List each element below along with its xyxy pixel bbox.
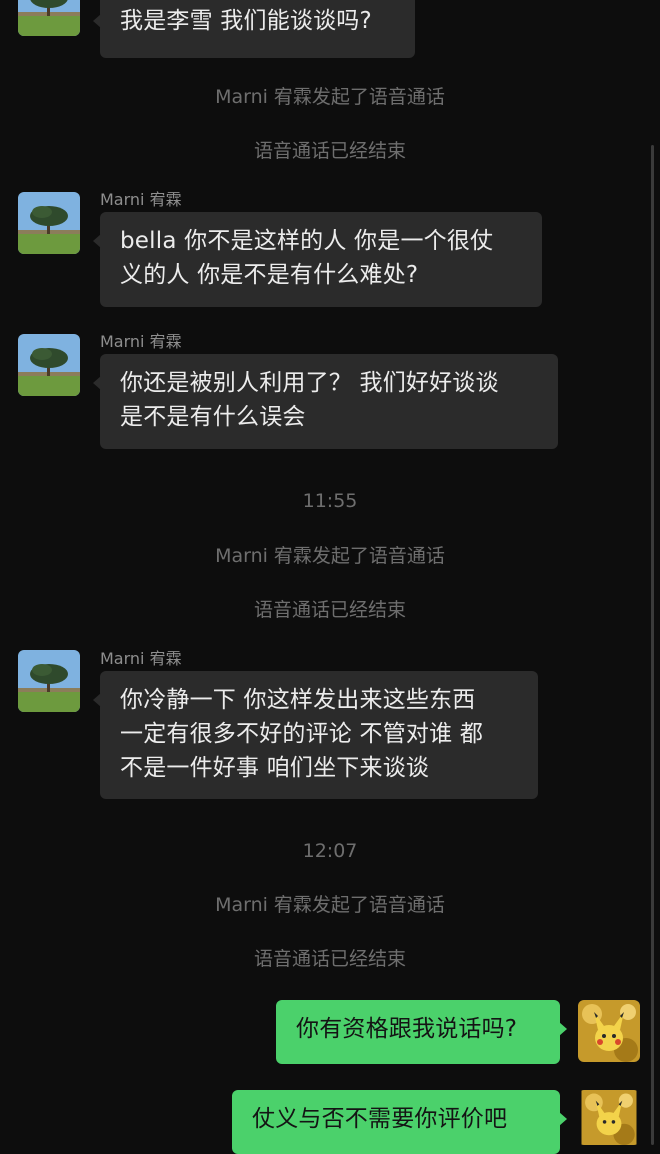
message-line: bella 你不是这样的人 你是一个很仗 (120, 228, 494, 254)
timestamp: 11:55 (302, 490, 358, 512)
call-started-notice: Marni 宥霖发起了语音通话 (215, 86, 445, 108)
tree-landscape-icon (18, 334, 80, 396)
call-started-notice: Marni 宥霖发起了语音通话 (215, 894, 445, 916)
contact-avatar[interactable] (18, 334, 80, 396)
contact-avatar[interactable] (18, 0, 80, 36)
contact-avatar[interactable] (18, 650, 80, 712)
chat-history[interactable]: 我是李雪 我们能谈谈吗? Marni 宥霖发起了语音通话 语音通话已经结束 Ma… (0, 0, 660, 1154)
message-line: 你还是被别人利用了？ 我们好好谈谈 (120, 370, 499, 396)
call-ended-notice: 语音通话已经结束 (253, 948, 406, 970)
call-ended-notice: 语音通话已经结束 (253, 140, 406, 162)
message-bubble[interactable]: 你还是被别人利用了？ 我们好好谈谈 是不是有什么误会 (93, 354, 558, 449)
message-bubble-outgoing[interactable]: 仗义与否不需要你评价吧 (232, 1090, 567, 1154)
call-ended-notice: 语音通话已经结束 (253, 599, 406, 621)
gold-pikachu-icon (581, 1090, 637, 1145)
message-line: 你有资格跟我说话吗? (296, 1016, 518, 1042)
message-bubble[interactable]: 我是李雪 我们能谈谈吗? (93, 0, 415, 58)
message-line: 仗义与否不需要你评价吧 (252, 1106, 508, 1132)
message-line: 你冷静一下 你这样发出来这些东西 (120, 687, 476, 713)
message-bubble[interactable]: 你冷静一下 你这样发出来这些东西 一定有很多不好的评论 不管对谁 都 不是一件好… (93, 671, 538, 799)
sender-name: Marni 宥霖 (100, 332, 182, 351)
message-line: 我是李雪 我们能谈谈吗? (120, 8, 372, 34)
tree-landscape-icon (18, 192, 80, 254)
message-line: 义的人 你是不是有什么难处? (120, 262, 419, 288)
tree-landscape-icon (18, 0, 80, 36)
tree-landscape-icon (18, 650, 80, 712)
call-started-notice: Marni 宥霖发起了语音通话 (215, 545, 445, 567)
message-bubble-outgoing[interactable]: 你有资格跟我说话吗? (276, 1000, 567, 1064)
sender-name: Marni 宥霖 (100, 190, 182, 209)
gold-pikachu-icon (578, 1000, 640, 1062)
self-avatar[interactable] (578, 1090, 640, 1145)
self-avatar[interactable] (578, 1000, 640, 1062)
scrollbar[interactable] (651, 145, 654, 1145)
timestamp: 12:07 (302, 840, 358, 862)
contact-avatar[interactable] (18, 192, 80, 254)
message-line: 一定有很多不好的评论 不管对谁 都 (120, 721, 484, 747)
message-bubble[interactable]: bella 你不是这样的人 你是一个很仗 义的人 你是不是有什么难处? (93, 212, 542, 307)
message-line: 不是一件好事 咱们坐下来谈谈 (120, 755, 430, 781)
message-line: 是不是有什么误会 (120, 404, 306, 430)
sender-name: Marni 宥霖 (100, 649, 182, 668)
